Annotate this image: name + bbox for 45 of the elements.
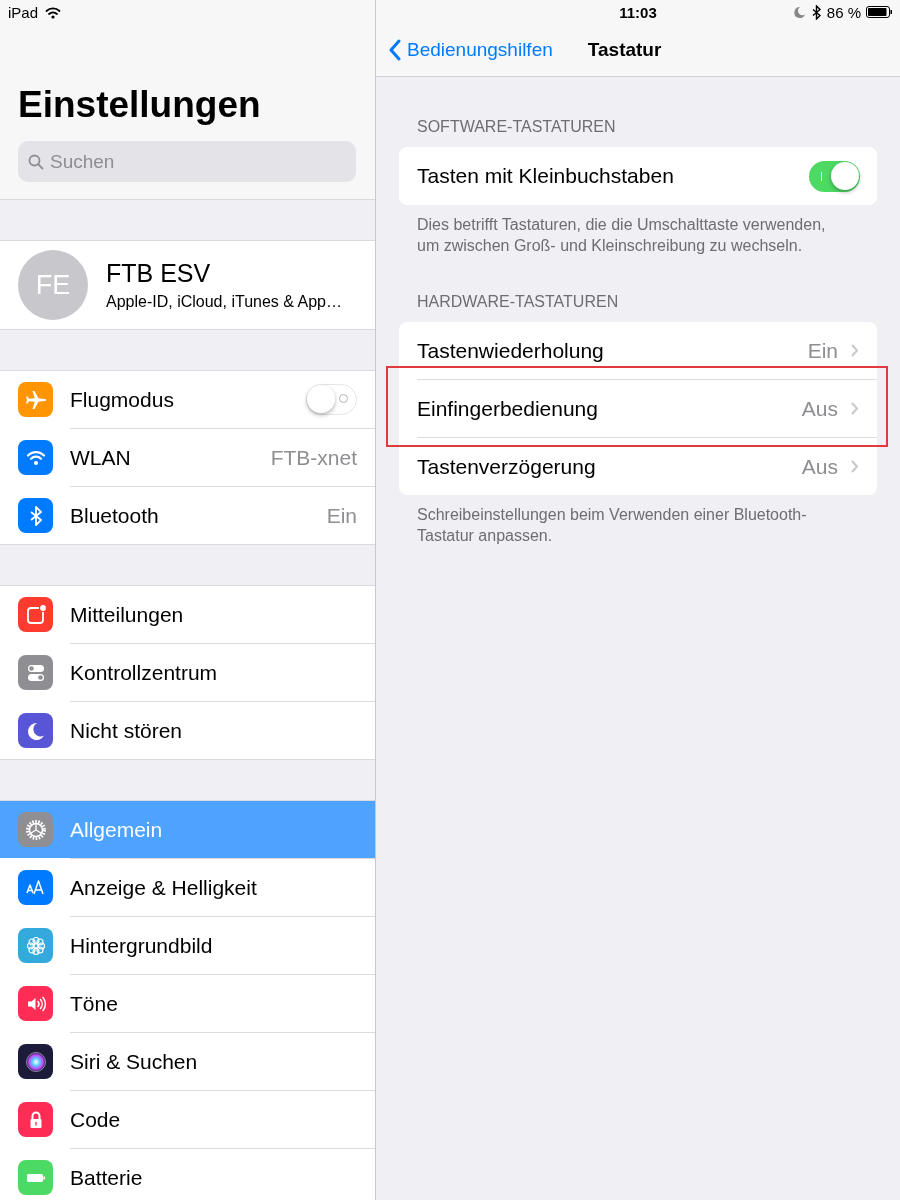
settings-row[interactable]: Tastenwiederholung Ein (399, 322, 877, 379)
battery-percent: 86 % (826, 3, 861, 21)
settings-row[interactable]: Nicht stören (0, 702, 375, 759)
chevron-icon (850, 401, 860, 416)
wifi-signal-icon (45, 5, 62, 19)
chevron-icon (850, 343, 860, 358)
toggle-switch[interactable] (809, 160, 860, 192)
back-button[interactable]: Bedienungshilfen (388, 39, 553, 61)
battery-icon (866, 6, 892, 18)
section-footer: Schreibeinstellungen beim Verwenden einer Bluetooth-Tastatur anpassen. (376, 495, 900, 546)
toggle-switch[interactable] (306, 384, 357, 415)
chevron-icon (850, 459, 860, 474)
bluetooth-icon (810, 4, 822, 20)
settings-row[interactable]: Tastenverzögerung Aus (399, 438, 877, 495)
moon-icon (793, 6, 806, 18)
profile-subtitle: Apple-ID, iCloud, iTunes & App… (106, 293, 342, 311)
row-value: FTB-xnet (270, 445, 357, 470)
settings-row[interactable]: Anzeige & Helligkeit (0, 859, 375, 916)
profile-name[interactable]: FTB ESV (106, 259, 342, 288)
row-value: Aus (801, 454, 838, 479)
row-value: Ein (326, 503, 357, 528)
page-title: Tastatur (587, 39, 662, 61)
screen-title: Einstellungen (17, 83, 262, 127)
section-header: HARDWARE-TASTATUREN (417, 293, 619, 310)
settings-row[interactable]: Einfingerbedienung Aus (399, 380, 877, 437)
back-chevron-icon (388, 39, 402, 61)
settings-row[interactable]: Flugmodus (0, 371, 375, 428)
settings-row[interactable]: Kontrollzentrum (0, 644, 375, 701)
settings-row[interactable]: Batterie (0, 1149, 375, 1200)
section-footer: Dies betrifft Tastaturen, die die Umschalttaste verwenden, um zwischen Groß- und Kleinschreibung zu wechseln. (376, 205, 900, 256)
avatar: FE (18, 250, 88, 320)
clock-time: 11:03 (619, 3, 657, 21)
row-value: Ein (807, 338, 838, 363)
device-name: iPad (8, 3, 39, 21)
settings-row[interactable]: Siri & Suchen (0, 1033, 375, 1090)
section-header: SOFTWARE-TASTATUREN (417, 118, 616, 135)
row-value: Aus (801, 396, 838, 421)
settings-row[interactable]: Hintergrundbild (0, 917, 375, 974)
settings-row[interactable]: WLAN FTB-xnet (0, 429, 375, 486)
search-icon (28, 153, 44, 170)
settings-row[interactable]: Bluetooth Ein (0, 487, 375, 544)
settings-row[interactable]: Tasten mit Kleinbuchstaben (399, 147, 877, 205)
settings-row[interactable]: Code (0, 1091, 375, 1148)
settings-row[interactable]: Töne (0, 975, 375, 1032)
settings-row[interactable]: Mitteilungen (0, 586, 375, 643)
